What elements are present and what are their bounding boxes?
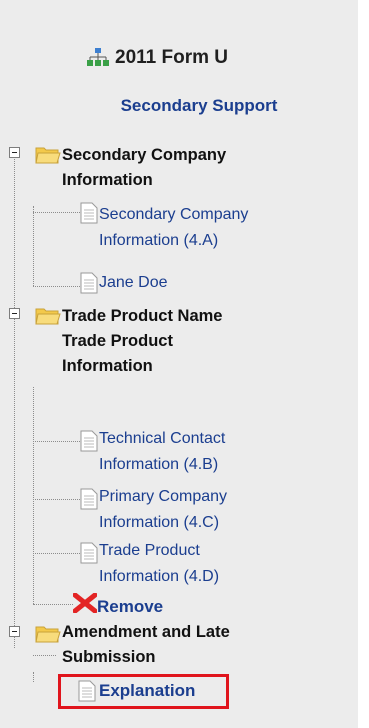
tree-line bbox=[33, 286, 80, 287]
document-icon bbox=[78, 680, 96, 702]
tree-group-trade-product[interactable]: Trade Product Name Trade Product Informa… bbox=[62, 304, 222, 379]
tree-item-explanation[interactable]: Explanation bbox=[99, 681, 195, 701]
tree-item-primary-company[interactable]: Primary Company Information (4.C) bbox=[99, 484, 227, 536]
collapse-toggle-icon[interactable] bbox=[9, 308, 20, 319]
form-title-text: 2011 Form U bbox=[115, 47, 228, 68]
tree-item-label: Information (4.C) bbox=[99, 514, 220, 531]
tree-item-label: Technical Contact bbox=[99, 430, 226, 447]
tree-item-jane-doe[interactable]: Jane Doe bbox=[99, 270, 168, 296]
tree-line bbox=[33, 672, 34, 682]
tree-line bbox=[33, 387, 34, 604]
document-icon bbox=[80, 430, 98, 452]
form-title: 2011 Form U bbox=[87, 47, 228, 69]
tree-item-secondary-company-info[interactable]: Secondary Company Information (4.A) bbox=[99, 202, 248, 254]
sitemap-icon bbox=[87, 48, 109, 66]
tree-group-label: Amendment and Late bbox=[62, 623, 230, 641]
folder-open-icon bbox=[35, 308, 61, 325]
remove-x-icon[interactable] bbox=[73, 593, 97, 613]
tree-group-label: Information bbox=[62, 171, 153, 189]
tree-item-label: Jane Doe bbox=[99, 274, 168, 291]
tree-group-label: Trade Product Name bbox=[62, 307, 223, 325]
tree-group-label: Trade Product bbox=[62, 332, 173, 350]
tree-item-label: Primary Company bbox=[99, 488, 228, 505]
document-icon bbox=[80, 488, 98, 510]
tree-group-label: Submission bbox=[62, 648, 156, 666]
tree-item-label: Information (4.A) bbox=[99, 232, 219, 249]
tree-line bbox=[33, 604, 73, 605]
tree-line bbox=[33, 206, 34, 286]
document-icon bbox=[80, 202, 98, 224]
collapse-toggle-icon[interactable] bbox=[9, 626, 20, 637]
tree-item-label: Trade Product bbox=[99, 542, 200, 559]
tree-item-label: Information (4.B) bbox=[99, 456, 219, 473]
document-icon bbox=[80, 542, 98, 564]
tree-line bbox=[33, 441, 80, 442]
folder-open-icon bbox=[35, 147, 61, 164]
tree-line bbox=[33, 499, 80, 500]
tree-item-label: Information (4.D) bbox=[99, 568, 220, 585]
collapse-toggle-icon[interactable] bbox=[9, 147, 20, 158]
tree-line bbox=[33, 655, 56, 656]
tree-line bbox=[33, 553, 80, 554]
tree-line bbox=[33, 212, 80, 213]
tree-group-label: Secondary Company bbox=[62, 146, 227, 164]
tree-line bbox=[14, 152, 15, 648]
tree-item-technical-contact[interactable]: Technical Contact Information (4.B) bbox=[99, 426, 225, 478]
tree-group-secondary-company[interactable]: Secondary Company Information bbox=[62, 143, 226, 193]
section-subtitle: Secondary Support bbox=[120, 96, 278, 115]
tree-group-amendment[interactable]: Amendment and Late Submission bbox=[62, 620, 230, 670]
tree-group-label: Information bbox=[62, 357, 153, 375]
tree-item-trade-product-info[interactable]: Trade Product Information (4.D) bbox=[99, 538, 219, 590]
navigation-panel: 2011 Form U Secondary Support Secondary … bbox=[0, 0, 358, 728]
tree-item-label: Secondary Company bbox=[99, 206, 249, 223]
folder-open-icon bbox=[35, 626, 61, 643]
document-icon bbox=[80, 272, 98, 294]
remove-link[interactable]: Remove bbox=[97, 597, 163, 617]
